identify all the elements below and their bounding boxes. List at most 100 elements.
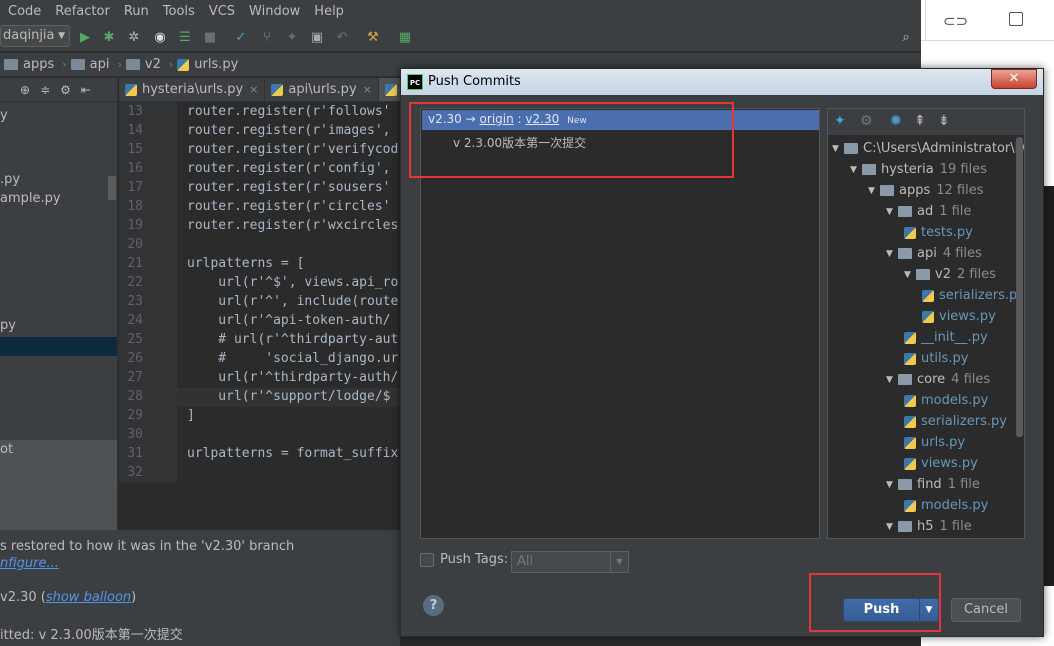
tree-file-node[interactable]: utils.py <box>904 351 968 366</box>
project-selected-row[interactable] <box>0 337 117 356</box>
scrollbar-thumb[interactable] <box>1016 137 1023 437</box>
tree-node-label: models.py <box>921 498 989 513</box>
show-balloon-link[interactable]: show balloon <box>46 590 131 605</box>
settings-icon[interactable]: ⚒ <box>364 28 382 46</box>
chevron-right-icon: › <box>168 58 174 71</box>
menu-item[interactable]: Tools <box>157 4 201 19</box>
sync-icon[interactable]: ⊕ <box>20 83 30 97</box>
tree-node-label: find <box>917 477 942 492</box>
project-item[interactable]: py <box>0 318 16 333</box>
tree-folder-node[interactable]: ▼ C:\Users\Administrator\Des <box>832 141 1024 156</box>
project-item[interactable]: ot <box>0 442 13 457</box>
tree-file-node[interactable]: views.py <box>922 309 996 324</box>
push-tags-checkbox[interactable] <box>420 552 434 567</box>
menu-item[interactable]: Window <box>243 4 306 19</box>
stop-icon[interactable]: ■ <box>201 28 219 46</box>
tags-combo: All ▼ <box>511 551 629 573</box>
code-line: urlpatterns = format_suffix <box>187 446 399 461</box>
help-button[interactable]: ? <box>423 595 444 616</box>
commits-list[interactable]: v2.30 → origin : v2.30 New v 2.3.00版本第一次… <box>409 102 820 539</box>
vcs-revert-icon[interactable]: ↶ <box>333 28 351 46</box>
tree-folder-node[interactable]: ▼ core 4 files <box>886 372 990 387</box>
menu-item[interactable]: Run <box>118 4 155 19</box>
menu-item[interactable]: Refactor <box>49 4 116 19</box>
expand-arrow-icon[interactable]: ▼ <box>886 522 898 532</box>
debug-icon[interactable]: ✱ <box>100 28 118 46</box>
tree-file-node[interactable]: tests.py <box>904 225 973 240</box>
expand-arrow-icon[interactable]: ▼ <box>886 249 898 259</box>
collapse-all-icon[interactable]: ⇟ <box>938 113 950 129</box>
project-item[interactable]: .py <box>0 172 20 187</box>
breadcrumb-item[interactable]: api <box>70 57 110 72</box>
breadcrumb-item[interactable]: apps <box>4 57 54 72</box>
tree-folder-node[interactable]: ▼ apps 12 files <box>868 183 984 198</box>
hide-icon[interactable]: ⇤ <box>81 83 91 97</box>
expand-arrow-icon[interactable]: ▼ <box>868 186 880 196</box>
search-icon[interactable]: ⌕ <box>897 28 915 46</box>
expand-arrow-icon[interactable]: ▼ <box>850 165 862 175</box>
tree-file-node[interactable]: serializers.p <box>922 288 1017 303</box>
folder-icon <box>844 143 858 154</box>
dialog-title-bar[interactable]: PC Push Commits ✕ <box>401 69 1043 95</box>
profile-icon[interactable]: ◉ <box>151 28 169 46</box>
breadcrumb-item[interactable]: urls.py <box>177 57 238 72</box>
expand-arrow-icon[interactable]: ▼ <box>886 375 898 385</box>
scrollbar-thumb[interactable] <box>108 176 116 200</box>
line-number: 27 <box>127 370 143 385</box>
event-log: s restored to how it was in the 'v2.30' … <box>0 530 400 646</box>
close-button[interactable]: ✕ <box>991 69 1037 89</box>
group-by-icon[interactable]: ✺ <box>890 113 902 129</box>
tree-file-node[interactable]: models.py <box>904 393 988 408</box>
editor-tab[interactable]: api\urls.py × <box>265 78 379 101</box>
window-icon[interactable] <box>1009 12 1023 26</box>
link-icon[interactable]: ⊂⊃ <box>943 12 968 30</box>
tree-file-node[interactable]: __init__.py <box>904 330 988 345</box>
run-icon[interactable]: ▶ <box>76 28 94 46</box>
close-tab-icon[interactable]: × <box>363 83 372 96</box>
expand-arrow-icon[interactable]: ▼ <box>886 207 898 217</box>
breadcrumb-item[interactable]: v2 <box>125 57 161 72</box>
cancel-button[interactable]: Cancel <box>951 598 1021 622</box>
configure-link[interactable]: nfigure... <box>0 556 59 571</box>
push-commits-dialog: PC Push Commits ✕ v2.30 → origin : v2.30… <box>400 68 1044 637</box>
menu-item[interactable]: VCS <box>203 4 241 19</box>
vcs-history-icon[interactable]: ▣ <box>308 28 326 46</box>
project-item[interactable]: y <box>0 108 8 123</box>
tree-folder-node[interactable]: ▼ api 4 files <box>886 246 982 261</box>
gear-icon[interactable]: ⚙ <box>60 83 71 97</box>
tree-file-node[interactable]: views.py <box>904 456 978 471</box>
line-number: 21 <box>127 256 143 271</box>
tree-folder-node[interactable]: ▼ find 1 file <box>886 477 980 492</box>
expand-arrow-icon[interactable]: ▼ <box>886 480 898 490</box>
tree-folder-node[interactable]: ▼ v2 2 files <box>904 267 996 282</box>
expand-arrow-icon[interactable]: ▼ <box>832 144 844 154</box>
expand-icon[interactable]: ✦ <box>834 113 846 129</box>
vcs-compare-icon[interactable]: ✦ <box>283 28 301 46</box>
menu-item[interactable]: Help <box>308 4 350 19</box>
line-number: 13 <box>127 104 143 119</box>
project-item[interactable]: ample.py <box>0 191 61 206</box>
coverage-icon[interactable]: ✲ <box>125 28 143 46</box>
close-tab-icon[interactable]: × <box>249 83 258 96</box>
tree-file-node[interactable]: urls.py <box>904 435 965 450</box>
vcs-update-icon[interactable]: ✓ <box>232 28 250 46</box>
code-editor[interactable]: router.register(r'follows' router.registe… <box>177 102 402 482</box>
structure-icon[interactable]: ▦ <box>396 28 414 46</box>
expand-all-icon[interactable]: ⇞ <box>914 113 926 129</box>
tree-folder-node[interactable]: ▼ hysteria 19 files <box>850 162 987 177</box>
run-list-icon[interactable]: ☰ <box>176 28 194 46</box>
expand-arrow-icon[interactable]: ▼ <box>904 270 916 280</box>
vcs-commit-icon[interactable]: ⑂ <box>258 28 276 46</box>
tree-file-node[interactable]: models.py <box>904 498 988 513</box>
tree-folder-node[interactable]: ▼ ad 1 file <box>886 204 971 219</box>
project-lower-area: ot <box>0 440 117 530</box>
tree-file-node[interactable]: serializers.py <box>904 414 1007 429</box>
diff-icon[interactable]: ⚙ <box>860 113 873 129</box>
tree-folder-node[interactable]: ▼ h5 1 file <box>886 519 972 534</box>
collapse-icon[interactable]: ≑ <box>40 83 50 97</box>
run-config-label: daqinjia <box>3 28 55 43</box>
run-config-combo[interactable]: daqinjia ▼ <box>0 25 70 47</box>
changes-tree[interactable]: ✦ ⚙ ✺ ⇞ ⇟ ▼ C:\Users\Administrator\Des ▼ hy… <box>827 108 1025 539</box>
editor-tab[interactable]: hysteria\urls.py × <box>119 78 266 101</box>
menu-item[interactable]: Code <box>2 4 47 19</box>
